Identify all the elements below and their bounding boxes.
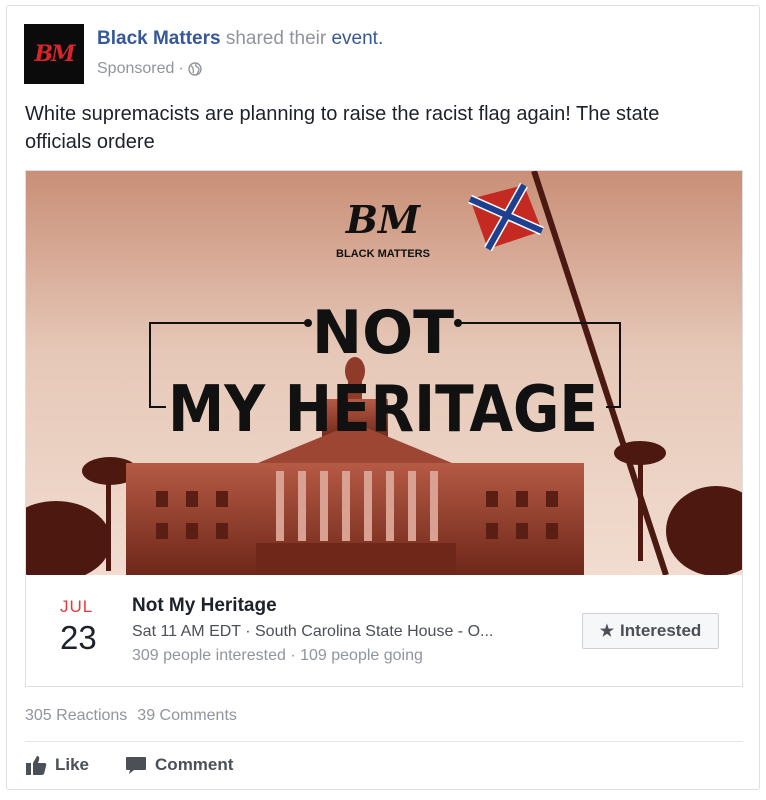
comment-button[interactable]: Comment [125,754,233,776]
post-actions: Like Comment [25,754,233,776]
post-header: Black Matters shared their event. [97,28,383,50]
comments-count[interactable]: 39 Comments [137,707,237,725]
event-time-location: Sat 11 AM EDT · South Carolina State Hou… [132,623,494,640]
page-name-link[interactable]: Black Matters [97,28,221,49]
comment-bubble-icon [126,757,147,774]
sponsored-label[interactable]: Sponsored [97,60,174,78]
image-headline-line1: NOT [312,298,454,368]
like-button[interactable]: Like [25,754,89,776]
post-card: BM Black Matters shared their event. Spo… [6,5,760,790]
post-meta: Sponsored · [97,60,202,78]
image-logo-subtitle: BLACK MATTERS [336,248,430,260]
star-icon: ★ [599,623,615,640]
image-logo: BM [345,197,421,242]
image-headline-line2: MY HERITAGE [168,373,598,447]
event-title[interactable]: Not My Heritage [132,595,277,617]
divider [25,741,743,742]
comment-label: Comment [155,755,234,774]
event-cover-image[interactable]: BM BLACK MATTERS NOT MY HERITAGE [26,171,742,575]
post-body-text: White supremacists are planning to raise… [25,103,660,153]
interested-label: Interested [620,621,702,640]
page-avatar[interactable]: BM [24,24,84,84]
globe-icon[interactable] [188,62,202,76]
event-attendance: 309 people interested · 109 people going [132,647,423,664]
meta-separator: · [178,60,184,77]
event-details[interactable]: JUL 23 Not My Heritage Sat 11 AM EDT · S… [26,575,742,686]
avatar-logo-text: BM [34,41,76,67]
interested-button[interactable]: ★ Interested [582,613,719,649]
shared-text: shared their [225,28,327,49]
reactions-count[interactable]: 305 Reactions [25,707,127,725]
event-date-day: 23 [60,619,97,656]
thumbs-up-icon [26,756,47,775]
event-link[interactable]: event. [331,28,383,49]
engagement-counts: 305 Reactions 39 Comments [25,707,237,725]
like-label: Like [55,755,90,774]
event-attachment[interactable]: BM BLACK MATTERS NOT MY HERITAGE JUL 23 … [25,170,743,687]
event-date-month: JUL [60,597,94,616]
